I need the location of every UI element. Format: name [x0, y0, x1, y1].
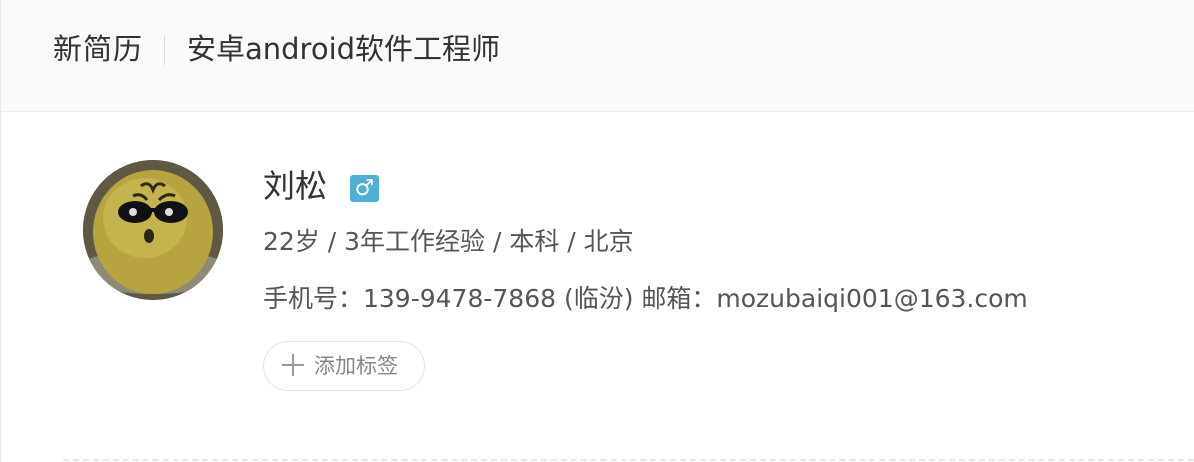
avatar: [83, 160, 223, 300]
breadcrumb-current: 安卓android软件工程师: [187, 32, 501, 66]
add-tag-button[interactable]: 添加标签: [263, 341, 425, 391]
resume-page: 新简历 安卓android软件工程师 刘松 ♂ 22岁 / 3年工作经验 / 本…: [0, 0, 1194, 462]
male-icon: ♂: [350, 175, 379, 202]
breadcrumb-divider: [164, 35, 165, 65]
candidate-name: 刘松: [263, 167, 328, 205]
avatar-image: [83, 160, 223, 300]
plus-icon: [282, 354, 304, 376]
breadcrumb-root[interactable]: 新简历: [53, 30, 143, 68]
page-header: 新简历 安卓android软件工程师: [1, 0, 1194, 112]
add-tag-label: 添加标签: [314, 354, 398, 378]
candidate-summary: 22岁 / 3年工作经验 / 本科 / 北京: [263, 227, 634, 256]
section-divider: [63, 459, 1194, 461]
candidate-contact: 手机号：139-9478-7868 (临汾) 邮箱：mozubaiqi001@1…: [263, 284, 1028, 313]
